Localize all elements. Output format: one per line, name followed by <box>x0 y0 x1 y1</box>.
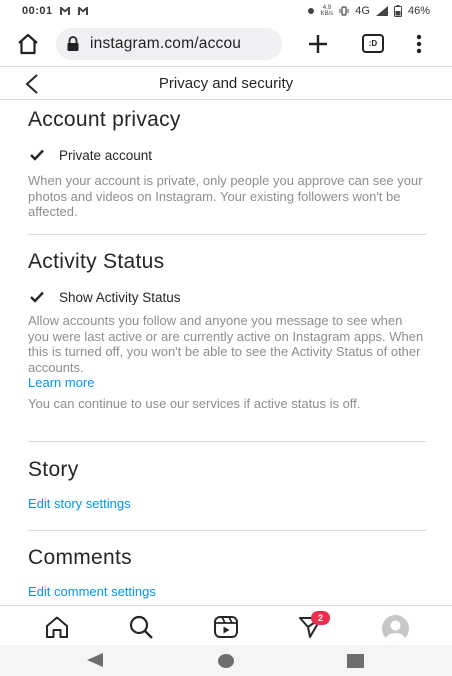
network-speed: 4.9 KB/s <box>321 5 334 17</box>
activity-status-description: Allow accounts you follow and anyone you… <box>28 313 424 375</box>
alarm-dot-icon <box>307 8 314 14</box>
page-title: Privacy and security <box>158 74 294 92</box>
section-title: Story <box>28 458 79 481</box>
page-header: Privacy and security <box>0 66 452 100</box>
browser-toolbar: instagram.com/accou :D <box>0 22 452 66</box>
address-bar[interactable]: instagram.com/accou <box>56 28 282 60</box>
checkmark-icon <box>30 291 44 303</box>
lock-icon <box>67 36 79 51</box>
new-tab-icon[interactable] <box>305 31 331 57</box>
section-title: Account privacy <box>28 108 181 131</box>
battery-level: 46% <box>407 5 430 17</box>
private-account-label: Private account <box>59 147 153 163</box>
bottom-navigation: 2 <box>0 605 452 645</box>
tab-switcher-button[interactable]: :D <box>362 34 384 53</box>
settings-content: Account privacy Private account When you… <box>28 100 426 599</box>
show-activity-row[interactable]: Show Activity Status <box>28 288 426 306</box>
section-title: Comments <box>28 546 132 569</box>
notification-badge: 2 <box>311 611 330 625</box>
show-activity-checkbox[interactable] <box>28 288 46 306</box>
account-privacy-section: Account privacy Private account When you… <box>28 100 426 235</box>
back-chevron-icon[interactable] <box>22 73 42 95</box>
home-icon[interactable] <box>44 614 70 640</box>
reels-icon[interactable] <box>213 614 239 640</box>
more-vert-icon[interactable] <box>412 33 426 55</box>
show-activity-label: Show Activity Status <box>59 289 181 305</box>
url-text: instagram.com/accou <box>90 35 242 52</box>
status-time: 00:01 <box>22 5 53 17</box>
tab-switcher-label: :D <box>368 39 378 48</box>
home-icon[interactable] <box>16 32 40 56</box>
signal-icon <box>375 6 388 16</box>
activity-status-section: Activity Status Show Activity Status All… <box>28 235 426 442</box>
checkmark-icon <box>30 149 44 161</box>
comments-section: Comments Edit comment settings <box>28 531 426 599</box>
gmail-icon <box>59 7 70 15</box>
section-title: Activity Status <box>28 250 165 273</box>
default-avatar-icon <box>385 620 406 642</box>
status-bar: 00:01 4.9 KB/s 4G 46% <box>0 0 452 22</box>
edit-comment-settings-link[interactable]: Edit comment settings <box>28 584 426 599</box>
search-icon[interactable] <box>128 614 154 640</box>
system-recents-icon[interactable] <box>347 654 364 668</box>
system-home-icon[interactable] <box>218 654 234 668</box>
system-back-icon[interactable] <box>86 653 104 667</box>
private-account-row[interactable]: Private account <box>28 146 426 164</box>
network-speed-unit: KB/s <box>320 11 334 17</box>
edit-story-settings-link[interactable]: Edit story settings <box>28 496 426 511</box>
status-left: 00:01 <box>22 5 89 17</box>
account-privacy-description: When your account is private, only peopl… <box>28 173 423 219</box>
battery-icon <box>393 5 402 17</box>
status-right: 4.9 KB/s 4G 46% <box>307 5 430 17</box>
network-type: 4G <box>355 5 370 17</box>
vibrate-icon <box>339 6 349 16</box>
activity-status-note: You can continue to use our services if … <box>28 395 361 411</box>
story-section: Story Edit story settings <box>28 442 426 531</box>
gmail-icon <box>77 7 88 15</box>
system-navigation-bar <box>0 645 452 676</box>
profile-avatar[interactable] <box>382 615 409 642</box>
private-account-checkbox[interactable] <box>28 146 46 164</box>
learn-more-link[interactable]: Learn more <box>28 375 426 391</box>
